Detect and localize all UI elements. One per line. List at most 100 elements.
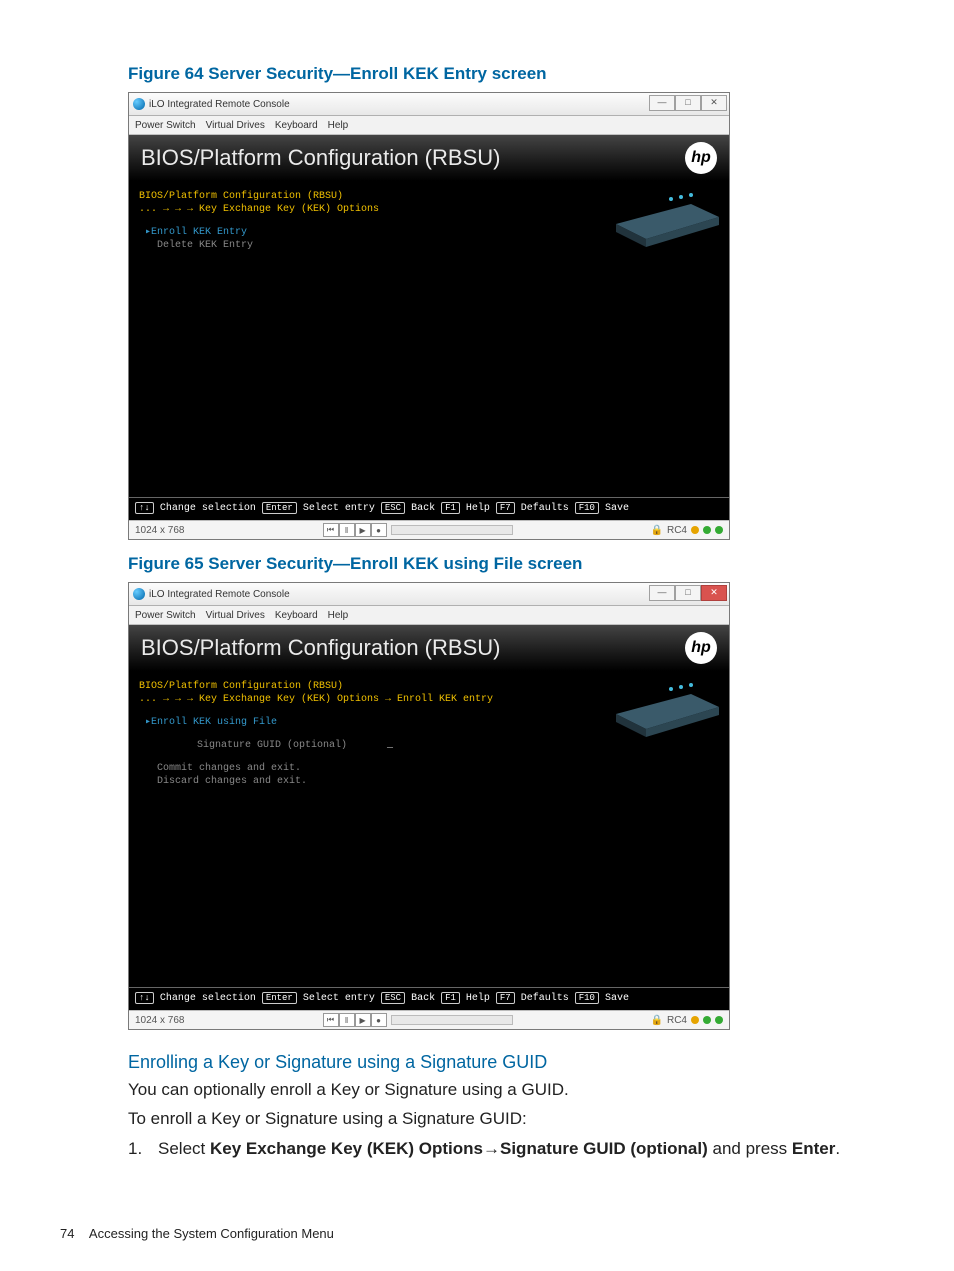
pause-button[interactable]: ‖ <box>339 523 355 537</box>
resolution-label: 1024 x 768 <box>135 525 185 536</box>
menu-virtual-drives[interactable]: Virtual Drives <box>206 120 265 131</box>
hp-logo-icon: hp <box>685 142 717 174</box>
window-titlebar: iLO Integrated Remote Console — □ ✕ <box>129 93 729 116</box>
rc-label: RC4 <box>667 1015 687 1026</box>
t: Key Exchange Key (KEK) Options <box>210 1139 483 1158</box>
bios-header: BIOS/Platform Configuration (RBSU) hp <box>129 625 729 671</box>
lock-icon: 🔒 <box>651 525 663 536</box>
playback-controls: ⏮ ‖ ▶ ● <box>323 523 513 537</box>
window-title: iLO Integrated Remote Console <box>149 99 290 110</box>
ilo-icon <box>133 98 145 110</box>
bios-title: BIOS/Platform Configuration (RBSU) <box>141 145 500 171</box>
key-f10: F10 <box>575 992 599 1004</box>
menu-keyboard[interactable]: Keyboard <box>275 120 318 131</box>
key-f7: F7 <box>496 502 515 514</box>
server-image-icon <box>611 189 721 249</box>
key-help-bar: ↑↓Change selection EnterSelect entry ESC… <box>129 987 729 1010</box>
step-text: Select Key Exchange Key (KEK) Options→Si… <box>158 1137 840 1161</box>
key-help-bar: ↑↓Change selection EnterSelect entry ESC… <box>129 497 729 520</box>
key-enter-label: Select entry <box>303 503 375 514</box>
menu-virtual-drives[interactable]: Virtual Drives <box>206 610 265 621</box>
rc-label: RC4 <box>667 525 687 536</box>
key-f1: F1 <box>441 992 460 1004</box>
key-esc: ESC <box>381 992 405 1004</box>
progress-bar[interactable] <box>391 525 513 535</box>
step-number: 1. <box>128 1137 158 1161</box>
page-number: 74 <box>60 1226 74 1241</box>
screenshot-figure-65: iLO Integrated Remote Console — □ ✕ Powe… <box>128 582 730 1030</box>
minimize-button[interactable]: — <box>649 585 675 601</box>
key-f1: F1 <box>441 502 460 514</box>
t: and press <box>708 1139 792 1158</box>
resolution-label: 1024 x 768 <box>135 1015 185 1026</box>
t: . <box>835 1139 840 1158</box>
menu-help[interactable]: Help <box>328 610 349 621</box>
step-1: 1. Select Key Exchange Key (KEK) Options… <box>128 1137 894 1161</box>
close-button[interactable]: ✕ <box>701 95 727 111</box>
skip-back-button[interactable]: ⏮ <box>323 523 339 537</box>
status-dot-3 <box>715 526 723 534</box>
lock-icon: 🔒 <box>651 1015 663 1026</box>
t: → <box>483 1139 500 1158</box>
t: Select <box>158 1139 210 1158</box>
field-signature-guid[interactable]: Signature GUID (optional) _ <box>139 739 719 752</box>
body-text: To enroll a Key or Signature using a Sig… <box>128 1108 894 1131</box>
key-esc: ESC <box>381 502 405 514</box>
pause-button[interactable]: ‖ <box>339 1013 355 1027</box>
key-esc-label: Back <box>411 993 435 1004</box>
window-titlebar: iLO Integrated Remote Console — □ ✕ <box>129 583 729 606</box>
play-button[interactable]: ▶ <box>355 1013 371 1027</box>
play-button[interactable]: ▶ <box>355 523 371 537</box>
progress-bar[interactable] <box>391 1015 513 1025</box>
menu-commit-exit[interactable]: Commit changes and exit. <box>139 762 719 775</box>
key-f10-label: Save <box>605 993 629 1004</box>
record-button[interactable]: ● <box>371 523 387 537</box>
status-dot-1 <box>691 1016 699 1024</box>
status-dot-1 <box>691 526 699 534</box>
key-f10-label: Save <box>605 503 629 514</box>
t: Signature GUID (optional) <box>500 1139 708 1158</box>
minimize-button[interactable]: — <box>649 95 675 111</box>
bios-header: BIOS/Platform Configuration (RBSU) hp <box>129 135 729 181</box>
key-updown-label: Change selection <box>160 503 256 514</box>
key-enter: Enter <box>262 502 297 514</box>
maximize-button[interactable]: □ <box>675 585 701 601</box>
menu-help[interactable]: Help <box>328 120 349 131</box>
record-button[interactable]: ● <box>371 1013 387 1027</box>
field-value: _ <box>387 740 393 751</box>
t: Enter <box>792 1139 835 1158</box>
figure-caption: Figure 64 Server Security—Enroll KEK Ent… <box>128 64 894 84</box>
skip-back-button[interactable]: ⏮ <box>323 1013 339 1027</box>
page-footer: 74 Accessing the System Configuration Me… <box>60 1226 334 1241</box>
key-updown: ↑↓ <box>135 992 154 1004</box>
menubar: Power Switch Virtual Drives Keyboard Hel… <box>129 116 729 135</box>
hp-logo-icon: hp <box>685 632 717 664</box>
playback-controls: ⏮ ‖ ▶ ● <box>323 1013 513 1027</box>
status-dot-3 <box>715 1016 723 1024</box>
menu-keyboard[interactable]: Keyboard <box>275 610 318 621</box>
bios-body: BIOS/Platform Configuration (RBSU) ... →… <box>129 181 729 497</box>
menu-power-switch[interactable]: Power Switch <box>135 120 196 131</box>
server-image-icon <box>611 679 721 739</box>
bios-title: BIOS/Platform Configuration (RBSU) <box>141 635 500 661</box>
menu-discard-exit[interactable]: Discard changes and exit. <box>139 775 719 788</box>
field-label: Signature GUID (optional) <box>197 740 347 751</box>
status-bar: 1024 x 768 ⏮ ‖ ▶ ● 🔒 RC4 <box>129 520 729 539</box>
key-f1-label: Help <box>466 503 490 514</box>
status-dot-2 <box>703 1016 711 1024</box>
key-f10: F10 <box>575 502 599 514</box>
status-dot-2 <box>703 526 711 534</box>
section-heading: Enrolling a Key or Signature using a Sig… <box>128 1052 894 1073</box>
close-button[interactable]: ✕ <box>701 585 727 601</box>
key-f7: F7 <box>496 992 515 1004</box>
footer-text: Accessing the System Configuration Menu <box>89 1226 334 1241</box>
window-title: iLO Integrated Remote Console <box>149 589 290 600</box>
menubar: Power Switch Virtual Drives Keyboard Hel… <box>129 606 729 625</box>
key-enter: Enter <box>262 992 297 1004</box>
ilo-icon <box>133 588 145 600</box>
key-f7-label: Defaults <box>521 503 569 514</box>
bios-body: BIOS/Platform Configuration (RBSU) ... →… <box>129 671 729 987</box>
key-f1-label: Help <box>466 993 490 1004</box>
menu-power-switch[interactable]: Power Switch <box>135 610 196 621</box>
maximize-button[interactable]: □ <box>675 95 701 111</box>
